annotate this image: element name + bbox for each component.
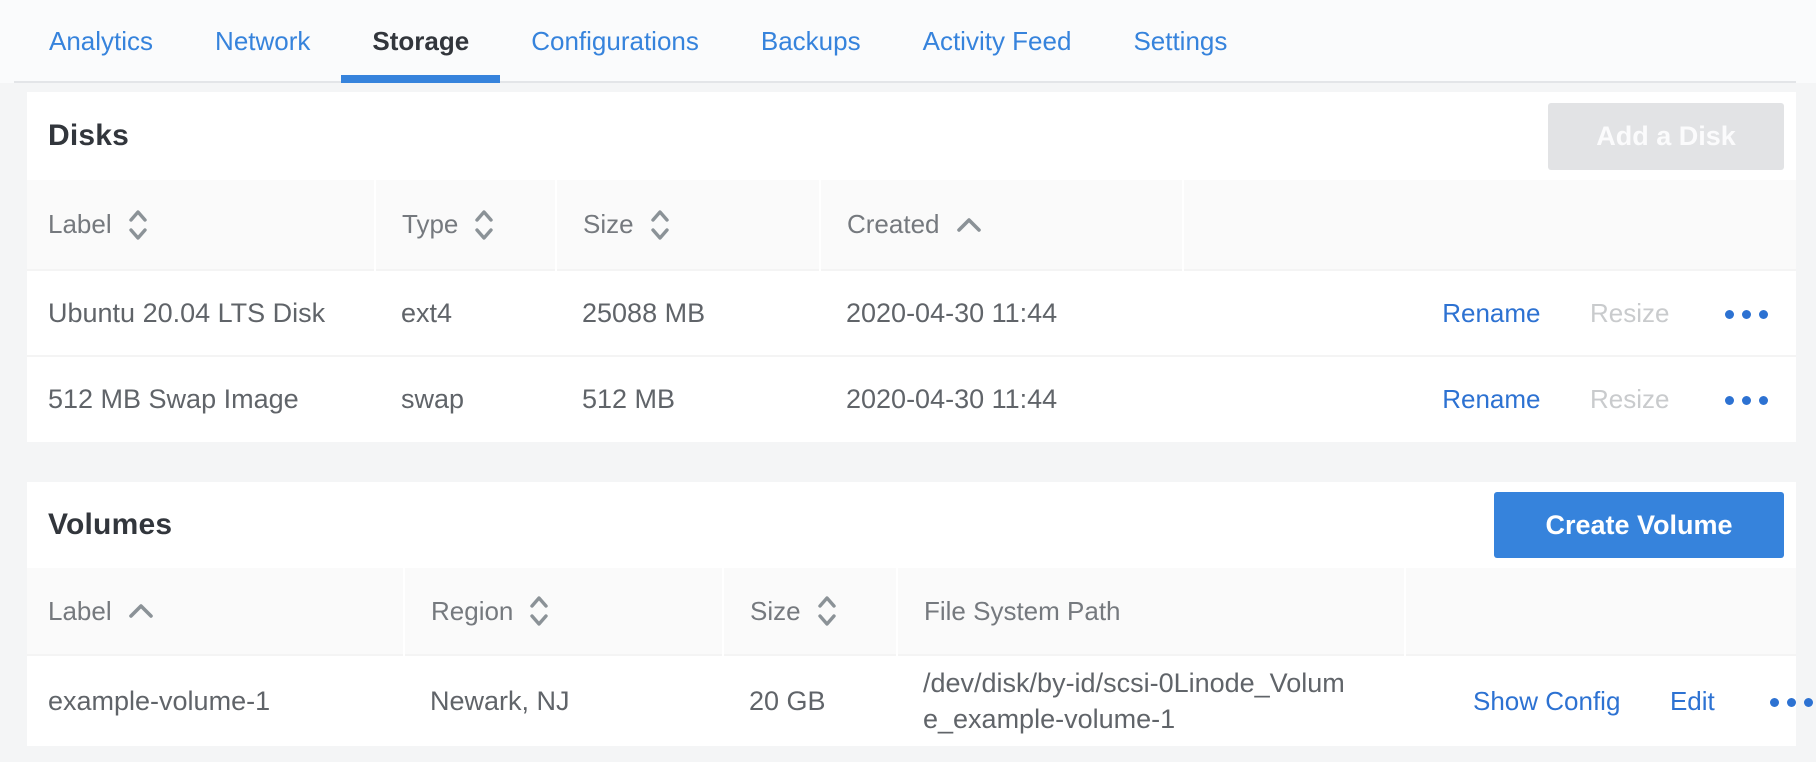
edit-link[interactable]: Edit	[1670, 686, 1715, 717]
tab-label: Activity Feed	[923, 26, 1072, 57]
ellipsis-icon	[1725, 396, 1734, 405]
disk-created-cell: 2020-04-30 11:44	[820, 356, 1183, 442]
tab-label: Network	[215, 26, 310, 57]
table-row: example-volume-1 Newark, NJ 20 GB /dev/d…	[27, 655, 1796, 746]
sort-both-icon	[649, 207, 671, 243]
disks-column-label[interactable]: Label	[27, 180, 375, 270]
ellipsis-icon	[1725, 310, 1734, 319]
disks-table: Label Type	[27, 180, 1796, 442]
table-row: Ubuntu 20.04 LTS Disk ext4 25088 MB 2020…	[27, 270, 1796, 356]
tab-label: Settings	[1133, 26, 1227, 57]
tab-label: Storage	[372, 26, 469, 57]
column-label: Label	[48, 209, 112, 240]
sort-both-icon	[528, 593, 550, 629]
tab-storage[interactable]: Storage	[341, 0, 500, 83]
tab-configurations[interactable]: Configurations	[500, 0, 730, 83]
tab-analytics[interactable]: Analytics	[18, 0, 184, 83]
detail-tabs: Analytics Network Storage Configurations…	[0, 0, 1816, 83]
disk-type-cell: swap	[375, 356, 556, 442]
disk-actions-cell: Rename Resize	[1183, 356, 1796, 442]
more-actions-button[interactable]	[1768, 692, 1815, 713]
show-config-link[interactable]: Show Config	[1473, 686, 1620, 717]
column-label: Region	[431, 596, 513, 627]
tab-backups[interactable]: Backups	[730, 0, 892, 83]
resize-link[interactable]: Resize	[1590, 298, 1669, 329]
ellipsis-icon	[1742, 396, 1751, 405]
sort-both-icon	[816, 593, 838, 629]
ellipsis-icon	[1759, 310, 1768, 319]
tab-settings[interactable]: Settings	[1102, 0, 1258, 83]
volume-file-system-path-cell: /dev/disk/by-id/scsi-0Linode_Volume_exam…	[897, 655, 1405, 746]
tab-label: Analytics	[49, 26, 153, 57]
tab-network[interactable]: Network	[184, 0, 341, 83]
disks-column-type[interactable]: Type	[375, 180, 556, 270]
disks-column-created[interactable]: Created	[820, 180, 1183, 270]
rename-link[interactable]: Rename	[1442, 298, 1540, 329]
volumes-panel: Volumes Create Volume Label Region	[27, 482, 1796, 746]
sort-both-icon	[473, 207, 495, 243]
disks-table-header-row: Label Type	[27, 180, 1796, 270]
disk-size-cell: 25088 MB	[556, 270, 820, 356]
column-label: Created	[847, 209, 940, 240]
column-label: Size	[750, 596, 801, 627]
tabbar-divider	[14, 81, 1796, 83]
volumes-table-header-row: Label Region	[27, 568, 1796, 655]
column-label: Label	[48, 596, 112, 627]
volume-label-cell: example-volume-1	[27, 655, 404, 746]
active-tab-underline	[341, 75, 500, 83]
volumes-column-label[interactable]: Label	[27, 568, 404, 655]
volumes-title: Volumes	[48, 508, 172, 542]
disk-label-cell: 512 MB Swap Image	[27, 356, 375, 442]
volume-actions-cell: Show Config Edit	[1405, 655, 1796, 746]
tab-activity-feed[interactable]: Activity Feed	[892, 0, 1103, 83]
tab-label: Configurations	[531, 26, 699, 57]
disks-panel: Disks Add a Disk Label Type	[27, 92, 1796, 442]
add-a-disk-button[interactable]: Add a Disk	[1548, 103, 1784, 170]
chevron-up-icon	[127, 602, 155, 620]
disk-label-cell: Ubuntu 20.04 LTS Disk	[27, 270, 375, 356]
volume-size-cell: 20 GB	[723, 655, 897, 746]
more-actions-button[interactable]	[1723, 390, 1770, 411]
disk-type-cell: ext4	[375, 270, 556, 356]
volumes-table: Label Region	[27, 568, 1796, 746]
ellipsis-icon	[1742, 310, 1751, 319]
more-actions-button[interactable]	[1723, 304, 1770, 325]
chevron-up-icon	[955, 216, 983, 234]
disk-created-cell: 2020-04-30 11:44	[820, 270, 1183, 356]
volumes-column-actions	[1405, 568, 1796, 655]
disks-header: Disks Add a Disk	[27, 92, 1796, 180]
ellipsis-icon	[1759, 396, 1768, 405]
rename-link[interactable]: Rename	[1442, 384, 1540, 415]
column-label: Size	[583, 209, 634, 240]
ellipsis-icon	[1804, 698, 1813, 707]
column-label: Type	[402, 209, 458, 240]
ellipsis-icon	[1770, 698, 1779, 707]
disks-title: Disks	[48, 119, 129, 153]
ellipsis-icon	[1787, 698, 1796, 707]
disks-column-actions	[1183, 180, 1796, 270]
disk-size-cell: 512 MB	[556, 356, 820, 442]
resize-link[interactable]: Resize	[1590, 384, 1669, 415]
column-label: File System Path	[924, 596, 1121, 627]
table-row: 512 MB Swap Image swap 512 MB 2020-04-30…	[27, 356, 1796, 442]
volume-region-cell: Newark, NJ	[404, 655, 723, 746]
disk-actions-cell: Rename Resize	[1183, 270, 1796, 356]
volumes-header: Volumes Create Volume	[27, 482, 1796, 568]
volumes-column-region[interactable]: Region	[404, 568, 723, 655]
disks-column-size[interactable]: Size	[556, 180, 820, 270]
create-volume-button[interactable]: Create Volume	[1494, 492, 1784, 558]
volumes-column-file-system-path: File System Path	[897, 568, 1405, 655]
sort-both-icon	[127, 207, 149, 243]
tab-label: Backups	[761, 26, 861, 57]
volumes-column-size[interactable]: Size	[723, 568, 897, 655]
